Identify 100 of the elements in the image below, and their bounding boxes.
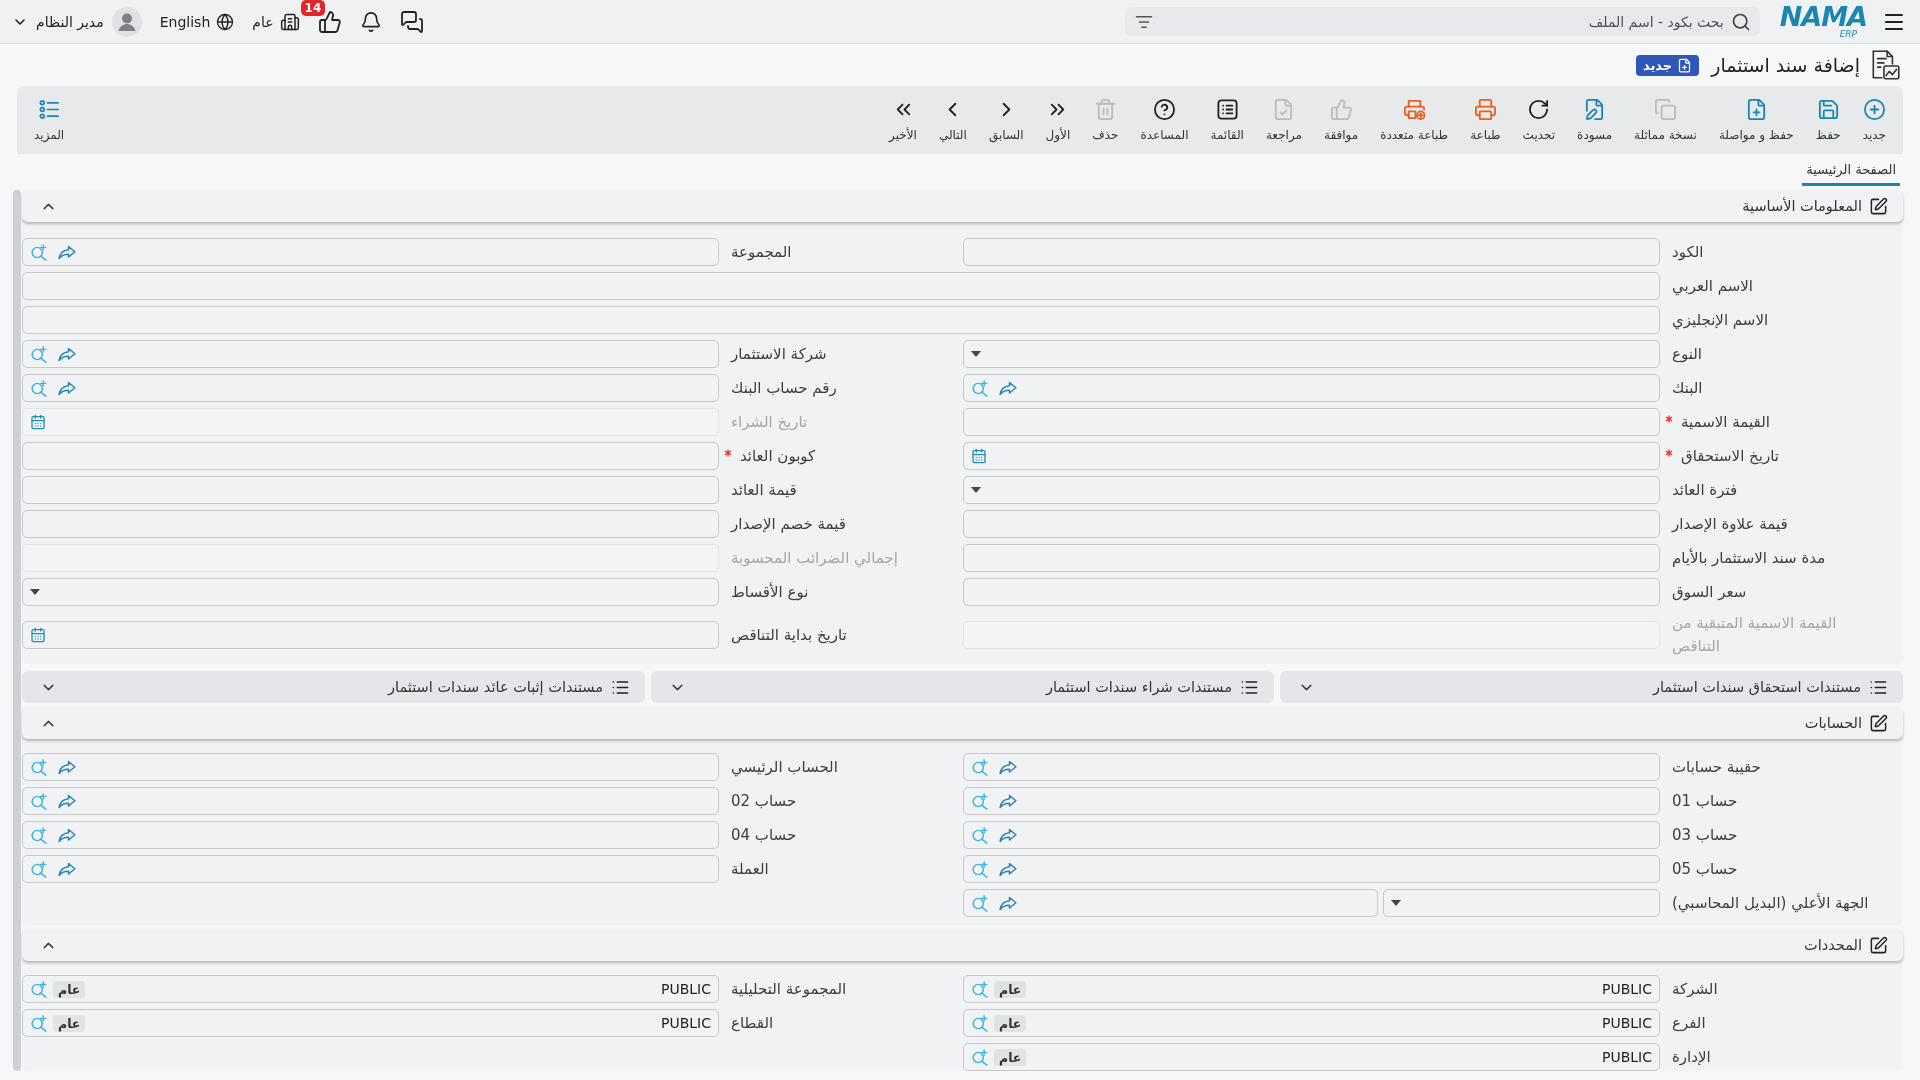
magnifier-plus-icon[interactable]	[971, 860, 988, 878]
date-field[interactable]	[22, 621, 719, 649]
text-field[interactable]	[22, 476, 719, 504]
chat-icon[interactable]	[399, 9, 424, 34]
calendar-icon[interactable]	[971, 448, 987, 464]
magnifier-plus-icon[interactable]	[30, 243, 47, 261]
last-button[interactable]: الأخير	[880, 86, 926, 154]
page-title: إضافة سند استثمار	[1711, 54, 1860, 76]
text-field[interactable]	[963, 238, 1660, 266]
draft-button[interactable]: مسودة	[1568, 86, 1622, 154]
search-field[interactable]: بحث بكود - اسم الملف	[1124, 7, 1760, 36]
expand-panel-button[interactable]: مستندات إثبات عائد سندات استثمار	[22, 671, 645, 703]
share-arrow-icon[interactable]	[58, 346, 76, 362]
magnifier-plus-icon[interactable]	[30, 860, 47, 878]
magnifier-plus-icon[interactable]	[971, 758, 988, 776]
caret-down-icon	[971, 487, 981, 493]
new-button[interactable]: جديد	[1853, 86, 1895, 154]
magnifier-plus-icon[interactable]	[971, 379, 988, 397]
lookup-field[interactable]	[22, 855, 719, 883]
magnifier-plus-icon[interactable]	[971, 980, 988, 998]
text-field[interactable]	[963, 544, 1660, 572]
lookup-field[interactable]	[22, 374, 719, 402]
section-title: المعلومات الأساسية	[1742, 198, 1862, 214]
magnifier-plus-icon[interactable]	[30, 1014, 47, 1032]
magnifier-plus-icon[interactable]	[30, 980, 47, 998]
share-arrow-icon[interactable]	[58, 759, 76, 775]
magnifier-plus-icon[interactable]	[971, 792, 988, 810]
previous-button[interactable]: السابق	[979, 86, 1033, 154]
magnifier-plus-icon[interactable]	[30, 345, 47, 363]
list-button[interactable]: القائمة	[1201, 86, 1253, 154]
field-label: الكود	[1672, 241, 1704, 263]
text-field[interactable]	[22, 442, 719, 470]
tab[interactable]: الصفحة الرئيسية	[1802, 156, 1900, 186]
lookup-field[interactable]	[963, 374, 1660, 402]
lookup-field[interactable]	[963, 889, 1378, 917]
field-label: قيمة علاوة الإصدار	[1672, 513, 1788, 535]
lookup-field[interactable]	[963, 821, 1660, 849]
user-menu-button[interactable]: مدير النظام	[12, 6, 142, 37]
date-field[interactable]	[963, 442, 1660, 470]
scope-tag: عام	[53, 1014, 86, 1032]
refresh-button[interactable]: تحديث	[1513, 86, 1565, 154]
field-label: الاسم العربي	[1672, 275, 1753, 298]
share-arrow-icon[interactable]	[999, 861, 1017, 877]
expand-panel-button[interactable]: مستندات استحقاق سندات استثمار	[1280, 671, 1903, 703]
expand-panel-button[interactable]: مستندات شراء سندات استثمار	[651, 671, 1274, 703]
lookup-field[interactable]	[963, 787, 1660, 815]
share-arrow-icon[interactable]	[58, 827, 76, 843]
share-arrow-icon[interactable]	[58, 861, 76, 877]
caret-down-icon	[30, 589, 40, 595]
multi-print-button[interactable]: طباعة متعددة	[1371, 86, 1458, 154]
share-arrow-icon[interactable]	[999, 827, 1017, 843]
avatar-icon	[111, 6, 142, 37]
dropdown-field[interactable]	[963, 340, 1660, 368]
text-field[interactable]	[963, 578, 1660, 606]
lookup-field[interactable]	[963, 855, 1660, 883]
dropdown-field[interactable]	[1383, 889, 1660, 917]
text-field[interactable]	[963, 408, 1660, 436]
dropdown-field[interactable]	[22, 578, 719, 606]
magnifier-plus-icon[interactable]	[30, 758, 47, 776]
text-field[interactable]	[22, 306, 1660, 334]
bell-icon[interactable]	[359, 10, 382, 33]
calendar-icon[interactable]	[30, 627, 46, 643]
magnifier-plus-icon[interactable]	[971, 1048, 988, 1066]
magnifier-plus-icon[interactable]	[30, 792, 47, 810]
next-button[interactable]: التالي	[929, 86, 976, 154]
text-field[interactable]	[22, 272, 1660, 300]
magnifier-plus-icon[interactable]	[971, 1014, 988, 1032]
lookup-field[interactable]	[22, 753, 719, 781]
lookup-field[interactable]	[22, 340, 719, 368]
magnifier-plus-icon[interactable]	[30, 379, 47, 397]
lookup-field[interactable]	[22, 238, 719, 266]
language-button[interactable]: English	[159, 12, 235, 31]
magnifier-plus-icon[interactable]	[971, 826, 988, 844]
print-button[interactable]: طباعة	[1461, 86, 1510, 154]
field-label: المجموعة	[731, 241, 792, 263]
share-arrow-icon[interactable]	[58, 793, 76, 809]
share-arrow-icon[interactable]	[999, 759, 1017, 775]
dropdown-field[interactable]	[963, 476, 1660, 504]
scrollbar[interactable]	[13, 190, 21, 1071]
share-arrow-icon[interactable]	[58, 244, 76, 260]
help-button[interactable]: المساعدة	[1131, 86, 1198, 154]
scope-tag: عام	[994, 1014, 1027, 1032]
save-continue-button[interactable]: حفظ و مواصلة	[1709, 86, 1803, 154]
magnifier-plus-icon[interactable]	[971, 894, 988, 912]
share-arrow-icon[interactable]	[999, 793, 1017, 809]
field-label: القيمة الاسمية	[1681, 411, 1770, 433]
share-arrow-icon[interactable]	[999, 895, 1017, 911]
branch-button[interactable]: عام	[252, 11, 300, 32]
more-button[interactable]: المزيد	[25, 86, 74, 154]
text-field[interactable]	[963, 510, 1660, 538]
first-button[interactable]: الأول	[1036, 86, 1080, 154]
save-button[interactable]: حفظ	[1806, 86, 1850, 154]
lookup-field[interactable]	[22, 787, 719, 815]
lookup-field[interactable]	[963, 753, 1660, 781]
lookup-field[interactable]	[22, 821, 719, 849]
field-label: الشركة	[1672, 978, 1718, 1000]
share-arrow-icon[interactable]	[999, 380, 1017, 396]
magnifier-plus-icon[interactable]	[30, 826, 47, 844]
text-field[interactable]	[22, 510, 719, 538]
share-arrow-icon[interactable]	[58, 380, 76, 396]
